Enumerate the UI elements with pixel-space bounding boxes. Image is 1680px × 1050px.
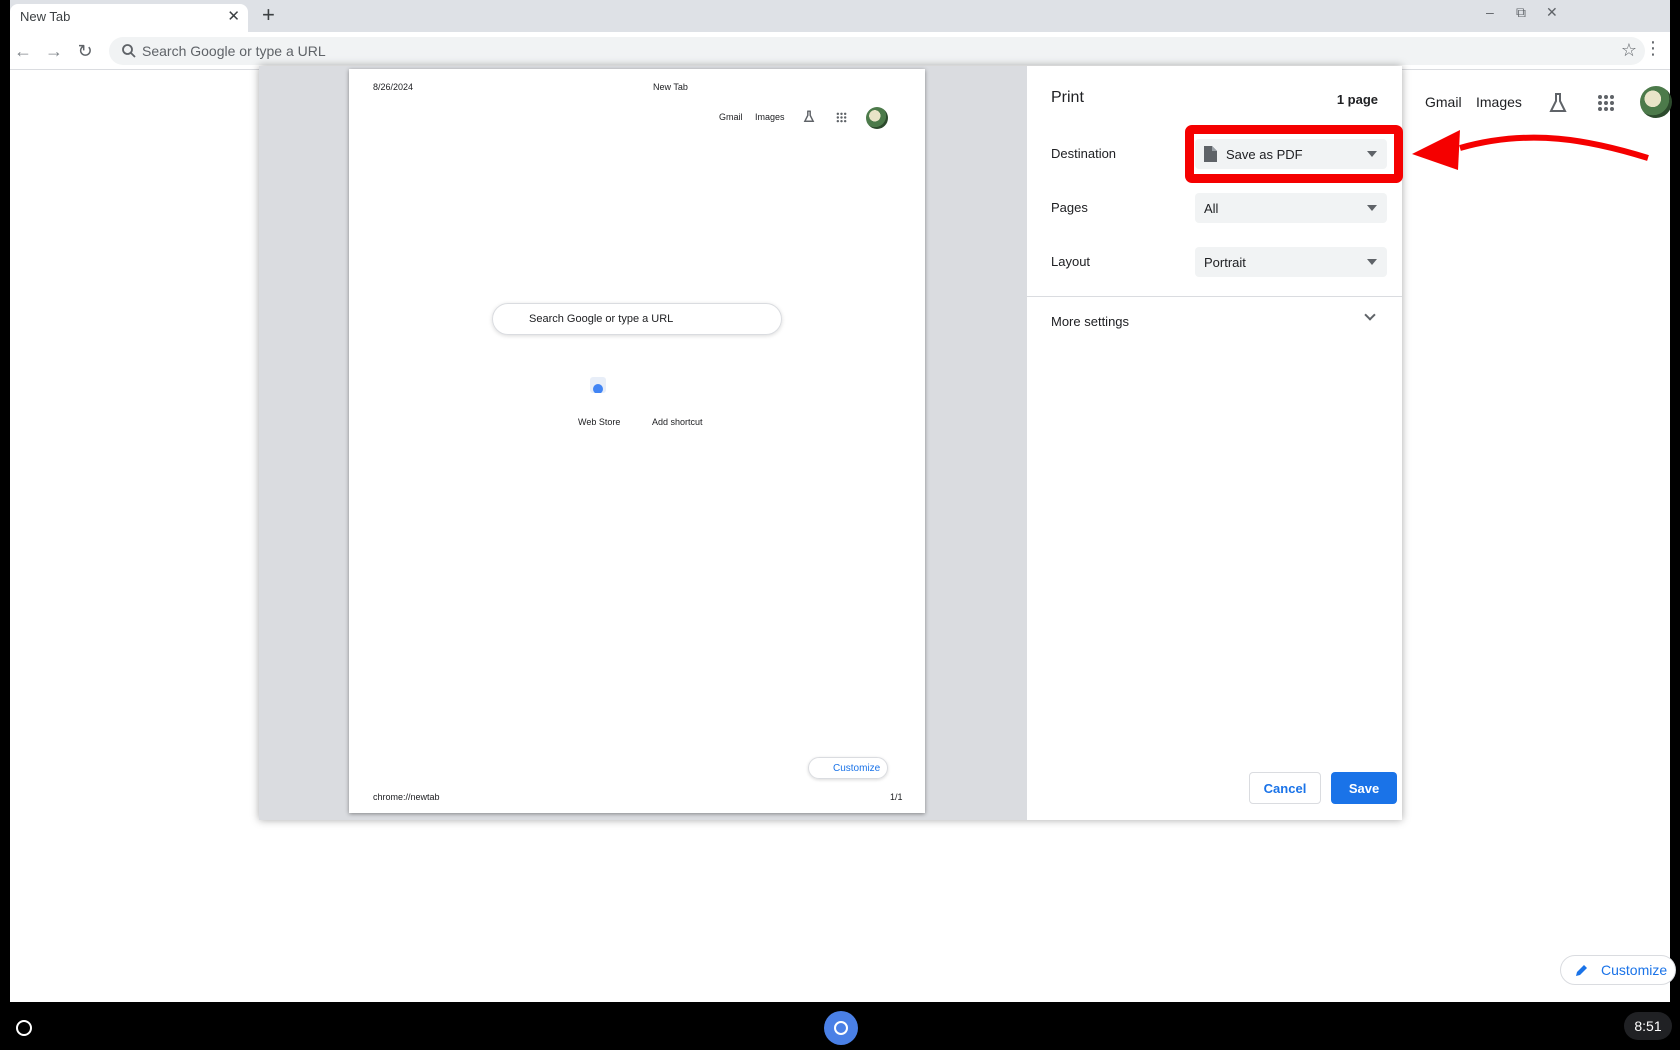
red-arrow-annotation bbox=[1412, 130, 1649, 170]
layout-select[interactable]: Portrait bbox=[1195, 247, 1387, 277]
preview-page-number: 1/1 bbox=[890, 792, 903, 802]
forward-icon[interactable]: → bbox=[41, 38, 67, 64]
preview-add-shortcut: Add shortcut bbox=[652, 417, 703, 427]
preview-search-box: Search Google or type a URL bbox=[492, 303, 782, 335]
pages-label: Pages bbox=[1051, 200, 1088, 215]
expand-chevron-icon bbox=[1364, 309, 1376, 321]
print-preview-page: 8/26/2024 New Tab Gmail Images Search Go… bbox=[349, 69, 925, 813]
tab-title: New Tab bbox=[20, 9, 71, 24]
kebab-menu-icon[interactable]: ⋮ bbox=[1644, 38, 1662, 59]
layout-value: Portrait bbox=[1204, 255, 1246, 270]
layout-label: Layout bbox=[1051, 254, 1091, 269]
web-store-icon bbox=[590, 377, 606, 393]
launcher-icon[interactable] bbox=[16, 1020, 32, 1036]
preview-web-store: Web Store bbox=[578, 417, 621, 427]
print-dialog: 8/26/2024 New Tab Gmail Images Search Go… bbox=[259, 66, 1403, 820]
save-button[interactable]: Save bbox=[1331, 772, 1397, 804]
chevron-down-icon bbox=[1367, 205, 1377, 211]
preview-customize: Customize bbox=[808, 757, 888, 779]
tab-strip: New Tab ✕ + – ⧉ ✕ bbox=[10, 0, 1670, 32]
search-icon bbox=[122, 44, 136, 58]
customize-label: Customize bbox=[1601, 962, 1668, 978]
preview-avatar bbox=[866, 107, 888, 129]
preview-apps-icon bbox=[836, 112, 847, 123]
more-settings-toggle[interactable]: More settings bbox=[1027, 303, 1402, 339]
bookmark-star-icon[interactable]: ☆ bbox=[1621, 40, 1637, 61]
preview-gmail: Gmail bbox=[719, 112, 743, 122]
close-window-icon[interactable]: ✕ bbox=[1546, 4, 1558, 21]
preview-images: Images bbox=[755, 112, 785, 122]
preview-customize-label: Customize bbox=[833, 763, 881, 774]
chevron-down-icon bbox=[1367, 259, 1377, 265]
pages-select[interactable]: All bbox=[1195, 193, 1387, 223]
divider bbox=[1027, 296, 1402, 297]
preview-date: 8/26/2024 bbox=[373, 82, 414, 92]
omnibox[interactable]: Search Google or type a URL ☆ bbox=[109, 37, 1645, 65]
more-settings-label: More settings bbox=[1051, 314, 1130, 329]
reload-icon[interactable]: ↻ bbox=[72, 38, 98, 64]
customize-button[interactable]: Customize bbox=[1560, 955, 1676, 985]
labs-flask-icon[interactable] bbox=[1548, 92, 1568, 114]
preview-title: New Tab bbox=[653, 82, 688, 92]
chrome-app-icon[interactable] bbox=[824, 1011, 858, 1045]
minimize-icon[interactable]: – bbox=[1486, 4, 1494, 20]
pencil-icon bbox=[1576, 965, 1587, 976]
pages-value: All bbox=[1204, 201, 1219, 216]
apps-grid-icon[interactable] bbox=[1597, 94, 1615, 112]
cancel-button[interactable]: Cancel bbox=[1249, 772, 1321, 804]
omnibox-placeholder: Search Google or type a URL bbox=[142, 43, 326, 59]
tab-new-tab[interactable]: New Tab ✕ bbox=[10, 4, 248, 32]
back-icon[interactable]: ← bbox=[10, 38, 36, 64]
print-title: Print bbox=[1051, 89, 1084, 106]
print-settings-panel: Print 1 page Destination Save as PDF Pag… bbox=[1027, 66, 1403, 820]
preview-search-placeholder: Search Google or type a URL bbox=[529, 313, 674, 325]
destination-highlight-box bbox=[1185, 125, 1403, 183]
destination-label: Destination bbox=[1051, 146, 1117, 161]
toolbar: ← → ↻ Search Google or type a URL ☆ ⋮ bbox=[10, 32, 1670, 70]
system-shelf: 8:51 bbox=[0, 1002, 1680, 1050]
preview-url: chrome://newtab bbox=[373, 792, 440, 802]
preview-flask-icon bbox=[803, 110, 815, 122]
images-link[interactable]: Images bbox=[1476, 94, 1522, 110]
page-count: 1 page bbox=[1336, 92, 1378, 107]
gmail-link[interactable]: Gmail bbox=[1425, 94, 1462, 110]
restore-icon[interactable]: ⧉ bbox=[1516, 4, 1526, 21]
new-tab-button[interactable]: + bbox=[262, 1, 275, 29]
status-clock[interactable]: 8:51 bbox=[1624, 1012, 1672, 1040]
close-tab-icon[interactable]: ✕ bbox=[227, 7, 240, 25]
account-avatar[interactable] bbox=[1640, 86, 1672, 118]
